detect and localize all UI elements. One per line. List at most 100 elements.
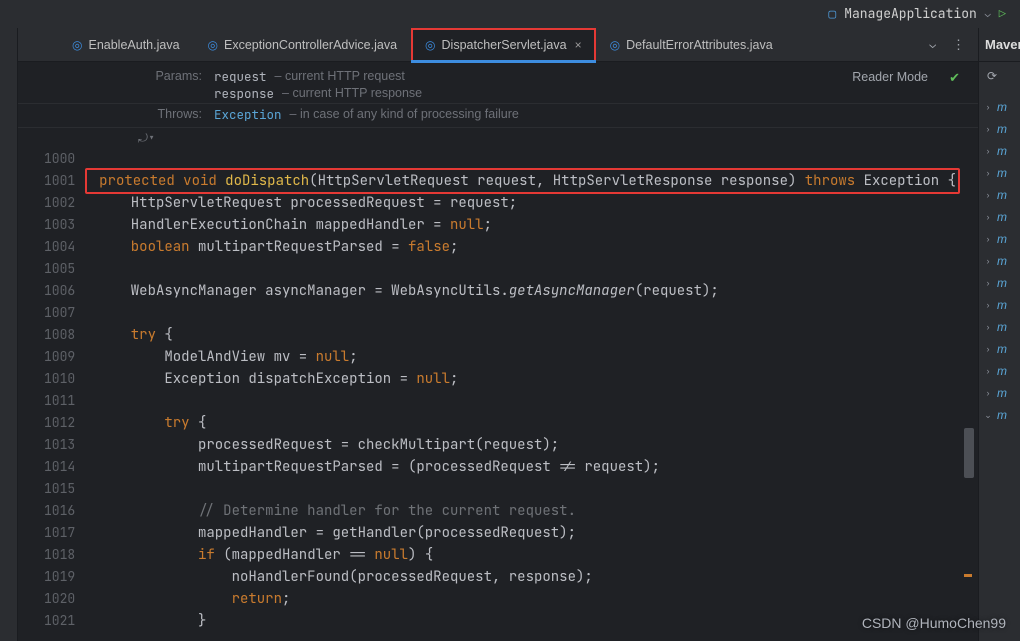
doc-param-name: response	[214, 85, 274, 102]
code-token: boolean	[131, 238, 190, 256]
project-name[interactable]: ManageApplication	[844, 5, 977, 22]
run-icon[interactable]: ▷	[999, 6, 1006, 22]
scrollbar-thumb[interactable]	[964, 428, 974, 478]
tab-label: ExceptionControllerAdvice.java	[224, 38, 397, 52]
code-token: ;	[484, 216, 492, 234]
maven-node[interactable]: ›m	[983, 206, 1020, 228]
code-token: {	[156, 326, 173, 344]
code-token: return	[232, 590, 282, 608]
folder-icon: ▢	[828, 5, 836, 22]
code-token: try	[164, 414, 189, 432]
code-token: ModelAndView mv =	[97, 348, 315, 366]
code-line: noHandlerFound(processedRequest, respons…	[97, 568, 593, 586]
code-token: WebAsyncManager asyncManager = WebAsyncU…	[97, 282, 509, 300]
java-class-icon: ◎	[425, 38, 435, 52]
maven-node[interactable]: ›m	[983, 140, 1020, 162]
code-token: ;	[349, 348, 357, 366]
close-icon[interactable]: ×	[575, 38, 582, 52]
code-token	[97, 590, 231, 608]
editor-area: ◎ EnableAuth.java ◎ ExceptionControllerA…	[18, 28, 978, 641]
code-token: try	[131, 326, 156, 344]
code-token: multipartRequestParsed =	[190, 238, 408, 256]
java-class-icon: ◎	[208, 38, 218, 52]
maven-title: Maven	[985, 37, 1020, 52]
tab-label: DispatcherServlet.java	[442, 38, 567, 52]
maven-node[interactable]: ›m	[983, 162, 1020, 184]
watermark: CSDN @HumoChen99	[862, 615, 1006, 631]
change-marker	[964, 574, 972, 577]
code-token: ;	[282, 590, 290, 608]
code-token: throws	[805, 172, 855, 190]
code-token: Exception dispatchException =	[97, 370, 416, 388]
doc-throws-desc: – in case of any kind of processing fail…	[290, 106, 519, 123]
maven-tree[interactable]: ›m›m›m›m›m›m›m›m›m›m›m›m›m›m⌄m	[979, 90, 1020, 426]
code-line: processedRequest = checkMultipart(reques…	[97, 436, 559, 454]
reader-mode-toggle[interactable]: Reader Mode	[852, 70, 928, 84]
maven-tool-window[interactable]: Maven ⟳ ›m›m›m›m›m›m›m›m›m›m›m›m›m›m⌄m	[978, 28, 1020, 641]
maven-node[interactable]: ›m	[983, 184, 1020, 206]
code-token	[97, 546, 198, 564]
inspections-ok-icon[interactable]: ✔	[949, 70, 960, 86]
code-token: (mappedHandler ==	[215, 546, 375, 564]
maven-node[interactable]: ⌄m	[983, 404, 1020, 426]
code-token: {	[190, 414, 207, 432]
doc-param-desc: – current HTTP response	[282, 85, 422, 102]
code-token: null	[374, 546, 408, 564]
tabs-more-icon[interactable]: ⋮	[952, 36, 966, 53]
chevron-down-icon[interactable]: ⌄	[985, 7, 991, 20]
code-comment: // Determine handler for the current req…	[97, 502, 576, 520]
doc-param-desc: – current HTTP request	[275, 68, 405, 85]
tab-exceptioncontrolleradvice[interactable]: ◎ ExceptionControllerAdvice.java	[194, 28, 412, 62]
code-token: ;	[450, 370, 458, 388]
code-viewport[interactable]: 1000 1001 1002 1003 1004 1005 1006 1007 …	[18, 148, 978, 641]
tab-enableauth[interactable]: ◎ EnableAuth.java	[58, 28, 194, 62]
maven-node[interactable]: ›m	[983, 294, 1020, 316]
documentation-header-2: Throws: Exception – in case of any kind …	[18, 104, 978, 128]
code-token: null	[450, 216, 484, 234]
maven-node[interactable]: ›m	[983, 228, 1020, 250]
java-class-icon: ◎	[610, 38, 620, 52]
maven-node[interactable]: ›m	[983, 250, 1020, 272]
code-line: multipartRequestParsed = (processedReque…	[97, 458, 660, 476]
maven-node[interactable]: ›m	[983, 96, 1020, 118]
maven-node[interactable]: ›m	[983, 360, 1020, 382]
refresh-icon[interactable]: ⟳	[987, 69, 997, 83]
gutter-action-row: ⤾▾	[18, 128, 978, 148]
maven-node[interactable]: ›m	[983, 338, 1020, 360]
tab-label: EnableAuth.java	[88, 38, 179, 52]
maven-node[interactable]: ›m	[983, 382, 1020, 404]
documentation-header: Params: request – current HTTP request r…	[18, 62, 978, 104]
code-token: Exception {	[855, 172, 956, 190]
code-token: if	[198, 546, 215, 564]
code-token: ;	[450, 238, 458, 256]
override-icon[interactable]: ⤾▾	[138, 130, 155, 146]
code-token: false	[408, 238, 450, 256]
tab-defaulterrorattributes[interactable]: ◎ DefaultErrorAttributes.java	[596, 28, 787, 62]
maven-node[interactable]: ›m	[983, 316, 1020, 338]
maven-node[interactable]: ›m	[983, 118, 1020, 140]
line-number-gutter: 1000 1001 1002 1003 1004 1005 1006 1007 …	[18, 148, 97, 641]
editor-tabs: ◎ EnableAuth.java ◎ ExceptionControllerA…	[18, 28, 978, 62]
code-token	[97, 238, 131, 256]
tab-dispatcherservlet[interactable]: ◎ DispatcherServlet.java ×	[411, 28, 596, 62]
code-token: null	[416, 370, 450, 388]
code-token: (request);	[635, 282, 719, 300]
code-lines[interactable]: protected void doDispatch(HttpServletReq…	[97, 148, 978, 641]
top-bar: ▢ ManageApplication ⌄ ▷	[0, 0, 1020, 28]
doc-throws-label: Throws:	[138, 106, 202, 123]
code-token: getAsyncManager	[509, 282, 635, 300]
doc-param-name: request	[214, 68, 267, 85]
doc-throws-name: Exception	[214, 106, 282, 123]
code-token: doDispatch	[225, 172, 309, 190]
code-token	[97, 326, 131, 344]
code-token: protected void	[99, 172, 225, 190]
code-token: null	[316, 348, 350, 366]
doc-params-label: Params:	[138, 68, 202, 85]
code-line: HttpServletRequest processedRequest = re…	[97, 194, 517, 212]
maven-node[interactable]: ›m	[983, 272, 1020, 294]
code-token: ) {	[408, 546, 433, 564]
tabs-dropdown-icon[interactable]: ⌄	[929, 38, 936, 52]
code-token: HandlerExecutionChain mappedHandler =	[97, 216, 450, 234]
java-class-icon: ◎	[72, 38, 82, 52]
code-line: mappedHandler = getHandler(processedRequ…	[97, 524, 576, 542]
